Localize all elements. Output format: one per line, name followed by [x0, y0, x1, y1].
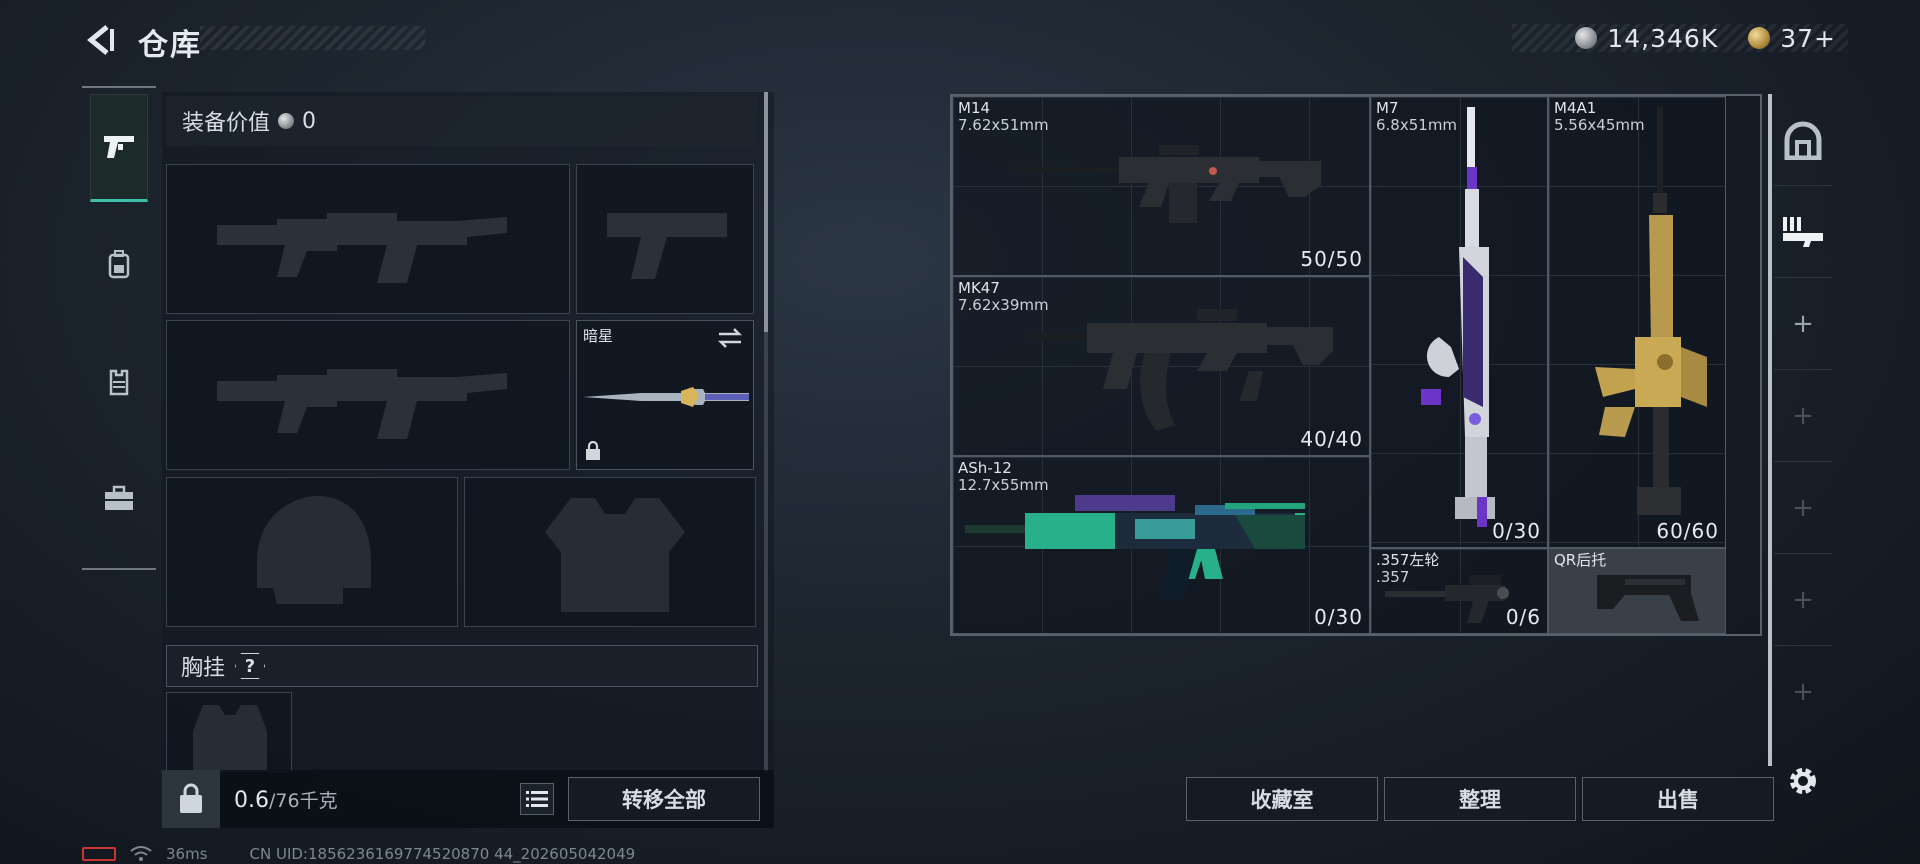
- page-title: 仓库: [138, 28, 202, 63]
- stash-item-ash12[interactable]: ASh-12 12.7x55mm 0/30: [952, 456, 1370, 634]
- item-ammo-count: 50/50: [1300, 247, 1363, 271]
- lock-icon: [586, 441, 600, 460]
- chest-rig-label: 胸挂: [181, 656, 226, 681]
- mk47-rifle-image: [1027, 309, 1333, 431]
- gold-currency-value[interactable]: 37+: [1780, 24, 1836, 53]
- loadout-scrollbar-thumb[interactable]: [764, 92, 768, 332]
- item-name: MK47: [958, 279, 1000, 297]
- carry-weight: 0.6/76千克: [234, 786, 338, 813]
- loadout-category-nav: [82, 86, 156, 570]
- sort-button[interactable]: 整理: [1384, 777, 1576, 821]
- chest-rig-silhouette-icon: [193, 705, 267, 771]
- carry-weight-value: 0.6: [234, 788, 269, 813]
- equipment-value-header: 装备价值 0: [166, 96, 758, 146]
- melee-item-name: 暗星: [583, 327, 614, 345]
- helmet-silhouette-icon: [257, 496, 371, 604]
- transfer-all-button[interactable]: 转移全部: [568, 777, 760, 821]
- chest-rig-slot[interactable]: [166, 692, 292, 772]
- item-ammo-count: 0/30: [1492, 519, 1541, 543]
- item-ammo-count: 0/6: [1505, 605, 1541, 629]
- locked-stash-page: +: [1774, 462, 1832, 554]
- stash-grid: M14 7.62x51mm 50/50 MK47 7.62x39mm 40/40…: [950, 94, 1762, 636]
- stash-scrollbar[interactable]: [1768, 94, 1772, 766]
- melee-slot[interactable]: 暗星: [576, 320, 754, 470]
- swap-icon[interactable]: [717, 327, 743, 349]
- stash-page-rail: + + + + +: [1774, 94, 1832, 766]
- chest-rig-header: 胸挂 ?: [166, 645, 758, 687]
- secondary-weapon-slot[interactable]: [166, 320, 570, 470]
- status-bar: 36ms CN UID:1856236169774520870 44_20260…: [82, 844, 635, 864]
- rifle-stock-image: [1597, 575, 1699, 621]
- stash-item-mk47[interactable]: MK47 7.62x39mm 40/40: [952, 276, 1370, 456]
- stash-item-revolver-357[interactable]: .357左轮 .357 0/6: [1370, 548, 1548, 634]
- weapon-rack-icon: [1783, 216, 1823, 247]
- stash-page-2[interactable]: [1774, 186, 1832, 278]
- user-uid: CN UID:1856236169774520870 44_2026050420…: [249, 845, 636, 863]
- helmet-slot[interactable]: [166, 477, 458, 627]
- equipment-value: 0: [302, 108, 317, 134]
- body-armor-slot[interactable]: [464, 477, 756, 627]
- silver-coin-icon: [278, 113, 295, 129]
- stash-page-1[interactable]: [1774, 94, 1832, 186]
- briefcase-icon: [105, 485, 133, 510]
- weight-lock-icon: [180, 783, 202, 813]
- carry-weight-capacity: /76千克: [269, 790, 338, 812]
- item-ammo-count: 0/30: [1314, 605, 1363, 629]
- backpack-icon: [108, 250, 130, 279]
- battery-icon: [82, 847, 116, 861]
- collection-room-button[interactable]: 收藏室: [1186, 777, 1378, 821]
- locked-stash-page: +: [1774, 554, 1832, 646]
- currency-bar: 14,346K 37+: [1512, 23, 1848, 53]
- add-stash-page-button[interactable]: +: [1774, 278, 1832, 370]
- pistol-icon: [104, 136, 134, 158]
- rifle-silhouette-icon: [217, 213, 507, 283]
- equipment-value-label: 装备价值: [182, 111, 271, 136]
- m4a1-rifle-image: [1595, 107, 1707, 515]
- knife-item-image: [583, 387, 749, 407]
- item-ammo-count: 60/60: [1656, 519, 1719, 543]
- sell-button[interactable]: 出售: [1582, 777, 1774, 821]
- settings-gear-icon[interactable]: [1786, 764, 1820, 798]
- m7-rifle-image: [1421, 107, 1495, 527]
- primary-weapon-slot[interactable]: [166, 164, 570, 314]
- vault-icon: [1784, 121, 1822, 160]
- back-button[interactable]: [80, 22, 120, 58]
- wifi-icon: [130, 846, 152, 861]
- gold-coin-icon: [1748, 27, 1771, 49]
- sidearm-slot[interactable]: [576, 164, 754, 314]
- vest-icon: [109, 369, 129, 396]
- tab-backpack[interactable]: [90, 210, 148, 318]
- item-ammo-count: 40/40: [1300, 427, 1363, 451]
- stash-item-m4a1[interactable]: M4A1 5.56x45mm 60/60: [1548, 96, 1726, 548]
- stash-item-m7[interactable]: M7 6.8x51mm 0/30: [1370, 96, 1548, 548]
- stash-item-m14[interactable]: M14 7.62x51mm 50/50: [952, 96, 1370, 276]
- pistol-silhouette-icon: [607, 213, 727, 279]
- weight-lock-button[interactable]: [162, 770, 220, 828]
- title-decoration: [200, 26, 425, 50]
- tab-weapons[interactable]: [90, 94, 148, 202]
- back-arrow-icon: [87, 25, 114, 55]
- list-icon: [526, 791, 548, 807]
- rifle-silhouette-icon: [217, 369, 507, 439]
- item-name: M7: [1376, 99, 1399, 117]
- locked-stash-page: +: [1792, 677, 1814, 707]
- stash-item-qr-stock[interactable]: QR后托: [1548, 548, 1726, 634]
- ping-value: 36ms: [166, 845, 208, 863]
- tab-case[interactable]: [90, 444, 148, 552]
- silver-currency-value: 14,346K: [1607, 23, 1719, 53]
- m14-rifle-image: [1009, 145, 1321, 223]
- help-button[interactable]: ?: [235, 653, 266, 679]
- locked-stash-page: +: [1774, 370, 1832, 462]
- list-view-button[interactable]: [520, 783, 554, 815]
- silver-coin-icon: [1575, 27, 1598, 49]
- item-name: QR后托: [1554, 551, 1607, 569]
- armor-silhouette-icon: [545, 498, 685, 612]
- item-name: M14: [958, 99, 991, 117]
- ash12-rifle-image: [965, 495, 1305, 599]
- tab-armor[interactable]: [90, 328, 148, 436]
